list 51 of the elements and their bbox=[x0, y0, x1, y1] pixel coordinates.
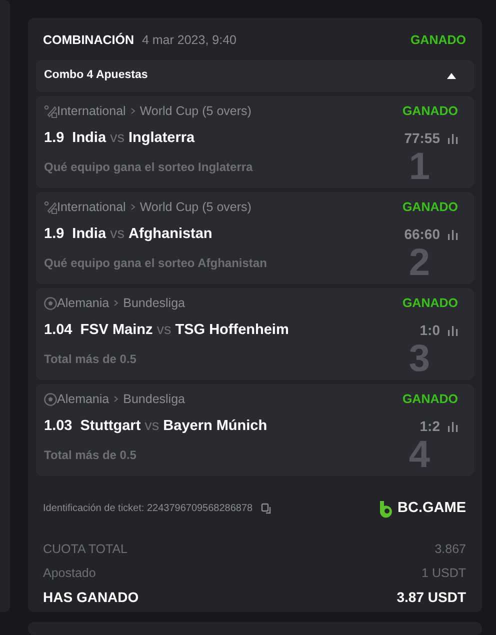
ticket-id: Identificación de ticket: 2243796709568286878 bbox=[43, 502, 253, 516]
tournament-name: Bundesliga bbox=[123, 391, 185, 408]
logo-icon bbox=[378, 500, 394, 518]
leg-status: GANADO bbox=[402, 103, 458, 120]
stats-icon[interactable] bbox=[448, 230, 458, 240]
leg-status: GANADO bbox=[402, 295, 458, 312]
match-score: 1:2 bbox=[420, 417, 440, 436]
cricket-icon bbox=[44, 104, 57, 118]
copy-icon[interactable] bbox=[260, 502, 273, 515]
chevron-icon bbox=[130, 108, 135, 114]
league-name: Alemania bbox=[57, 391, 110, 408]
bet-status: GANADO bbox=[410, 32, 466, 49]
tournament-name: World Cup (5 overs) bbox=[140, 103, 252, 120]
match-title: 1.03 Stuttgart vs Bayern Múnich bbox=[44, 416, 268, 436]
chevron-icon bbox=[114, 396, 118, 402]
bet-date: 4 mar 2023, 9:40 bbox=[142, 32, 236, 49]
caret-icon bbox=[447, 73, 456, 79]
leg-status: GANADO bbox=[402, 391, 458, 408]
tournament-name: Bundesliga bbox=[123, 295, 185, 312]
match-title: 1.9 India vs Inglaterra bbox=[44, 128, 195, 148]
bet-type: COMBINACIÓN bbox=[43, 32, 134, 49]
combo-toggle[interactable]: Combo 4 Apuestas bbox=[36, 60, 474, 92]
cricket-icon bbox=[44, 200, 57, 214]
league-name: International bbox=[57, 199, 126, 216]
league-name: Alemania bbox=[57, 295, 110, 312]
chevron-icon bbox=[114, 300, 118, 306]
match-score: 1:0 bbox=[420, 321, 440, 340]
league-name: International bbox=[57, 103, 126, 120]
summary-label: HAS GANADO bbox=[43, 588, 139, 608]
summary-value: 3.87 USDT bbox=[396, 588, 466, 608]
match-title: 1.9 India vs Afghanistan bbox=[44, 224, 212, 244]
match-title: 1.04 FSV Mainz vs TSG Hoffenheim bbox=[44, 320, 289, 340]
stats-icon[interactable] bbox=[448, 422, 458, 432]
summary-label: Apostado bbox=[43, 565, 96, 582]
market-name: Qué equipo gana el sorteo Inglaterra bbox=[44, 158, 253, 176]
summary-label: CUOTA TOTAL bbox=[43, 541, 128, 558]
chevron-icon bbox=[130, 204, 135, 210]
brand-name: BC.GAME bbox=[398, 499, 466, 518]
soccer-ball-icon bbox=[44, 392, 57, 406]
leg-status: GANADO bbox=[402, 199, 458, 216]
soccer-ball-icon bbox=[44, 296, 57, 310]
summary-value: 1 USDT bbox=[422, 565, 466, 582]
market-name: Qué equipo gana el sorteo Afghanistan bbox=[44, 254, 267, 272]
match-score: 77:55 bbox=[404, 129, 440, 148]
market-name: Total más de 0.5 bbox=[44, 446, 136, 464]
stats-icon[interactable] bbox=[448, 134, 458, 144]
match-score: 66:60 bbox=[404, 225, 440, 244]
market-name: Total más de 0.5 bbox=[44, 350, 136, 368]
tournament-name: World Cup (5 overs) bbox=[140, 199, 252, 216]
stats-icon[interactable] bbox=[448, 326, 458, 336]
summary-value: 3.867 bbox=[434, 541, 466, 558]
